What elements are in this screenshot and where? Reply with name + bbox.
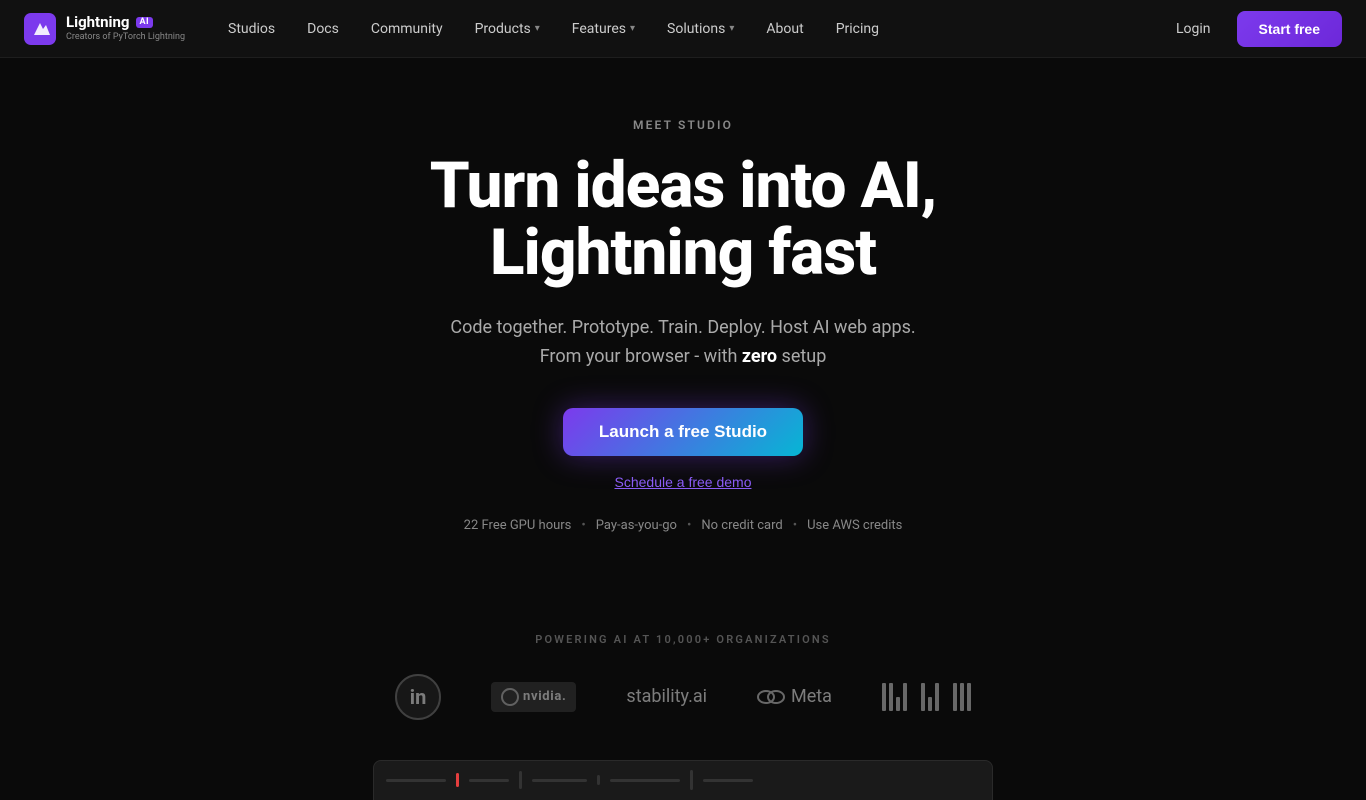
chevron-down-icon: ▾ xyxy=(729,23,734,34)
hero-title: Turn ideas into AI, Lightning fast xyxy=(293,152,1073,286)
nav-docs[interactable]: Docs xyxy=(293,13,353,45)
logo-meta: Meta xyxy=(757,686,832,707)
mit-bar xyxy=(903,683,907,711)
badge-gpu-hours: 22 Free GPU hours xyxy=(464,518,572,533)
mit-bar xyxy=(967,683,971,711)
nav-links: Studios Docs Community Products ▾ Featur… xyxy=(214,13,1162,45)
mit-bar xyxy=(889,683,893,711)
nvidia-eye-icon xyxy=(501,688,519,706)
navbar: Lightning AI Creators of PyTorch Lightni… xyxy=(0,0,1366,58)
nav-community[interactable]: Community xyxy=(357,13,457,45)
brand-subtitle: Creators of PyTorch Lightning xyxy=(66,32,185,42)
mit-bar xyxy=(921,683,925,711)
badge-aws: Use AWS credits xyxy=(807,518,902,533)
badge-payg: Pay-as-you-go xyxy=(596,518,677,533)
logo[interactable]: Lightning AI Creators of PyTorch Lightni… xyxy=(24,13,194,45)
login-button[interactable]: Login xyxy=(1162,13,1225,45)
nvidia-logo: nvidia. xyxy=(491,682,576,712)
orgs-title: POWERING AI AT 10,000+ ORGANIZATIONS xyxy=(24,633,1342,646)
mit-bar-half xyxy=(928,697,932,711)
nav-about[interactable]: About xyxy=(752,13,817,45)
logo-stability: stability.ai xyxy=(626,686,707,707)
nav-solutions[interactable]: Solutions ▾ xyxy=(653,13,748,45)
chevron-down-icon: ▾ xyxy=(535,23,540,34)
meta-icon xyxy=(757,687,785,707)
nav-studios[interactable]: Studios xyxy=(214,13,289,45)
linkedin-badge: in xyxy=(395,674,441,720)
badge-no-card: No credit card xyxy=(701,518,782,533)
hero-section: MEET STUDIO Turn ideas into AI, Lightnin… xyxy=(0,58,1366,623)
orgs-section: POWERING AI AT 10,000+ ORGANIZATIONS in … xyxy=(0,623,1366,750)
mit-bar xyxy=(935,683,939,711)
logo-text: Lightning AI Creators of PyTorch Lightni… xyxy=(66,15,185,42)
dot-separator: • xyxy=(687,518,691,533)
hero-badges: 22 Free GPU hours • Pay-as-you-go • No c… xyxy=(464,518,903,533)
brand-name: Lightning xyxy=(66,15,130,30)
chevron-down-icon: ▾ xyxy=(630,23,635,34)
preview-section xyxy=(0,760,1366,800)
logo-nvidia: nvidia. xyxy=(491,682,576,712)
logo-linkedin: in xyxy=(395,674,441,720)
mit-bar xyxy=(960,683,964,711)
dot-separator: • xyxy=(793,518,797,533)
mit-bar-half xyxy=(896,697,900,711)
hero-subtitle: Code together. Prototype. Train. Deploy.… xyxy=(450,314,915,372)
nav-products[interactable]: Products ▾ xyxy=(461,13,554,45)
logo-icon xyxy=(24,13,56,45)
nav-features[interactable]: Features ▾ xyxy=(558,13,649,45)
schedule-demo-button[interactable]: Schedule a free demo xyxy=(615,474,752,490)
hero-eyebrow: MEET STUDIO xyxy=(633,118,733,132)
mit-bar xyxy=(882,683,886,711)
dot-separator: • xyxy=(581,518,585,533)
logo-mit xyxy=(882,683,971,711)
nav-pricing[interactable]: Pricing xyxy=(822,13,893,45)
launch-studio-button[interactable]: Launch a free Studio xyxy=(563,408,803,456)
nav-right: Login Start free xyxy=(1162,11,1342,47)
mit-bar xyxy=(953,683,957,711)
ai-badge: AI xyxy=(136,17,154,28)
orgs-logos: in nvidia. stability.ai Meta xyxy=(24,674,1342,720)
start-free-button[interactable]: Start free xyxy=(1237,11,1342,47)
preview-bar xyxy=(373,760,993,800)
